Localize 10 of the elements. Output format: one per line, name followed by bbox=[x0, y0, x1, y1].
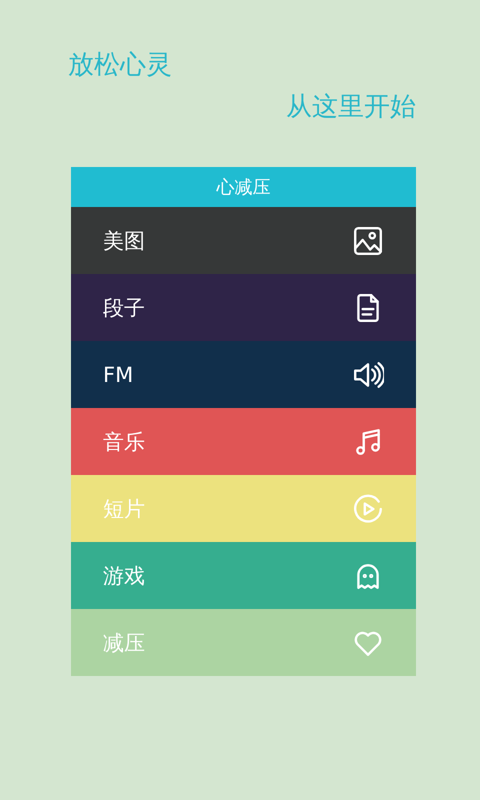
play-icon bbox=[352, 492, 384, 524]
menu-item[interactable]: FM bbox=[71, 341, 416, 408]
tagline: 从这里开始 bbox=[286, 91, 416, 124]
menu-header: 心减压 bbox=[71, 167, 416, 207]
menu-item[interactable]: 美图 bbox=[71, 207, 416, 274]
menu-item[interactable]: 段子 bbox=[71, 274, 416, 341]
menu-item[interactable]: 音乐 bbox=[71, 408, 416, 475]
tagline: 放松心灵 bbox=[68, 49, 173, 82]
menu-item[interactable]: 游戏 bbox=[71, 542, 416, 609]
image-icon bbox=[352, 224, 384, 256]
